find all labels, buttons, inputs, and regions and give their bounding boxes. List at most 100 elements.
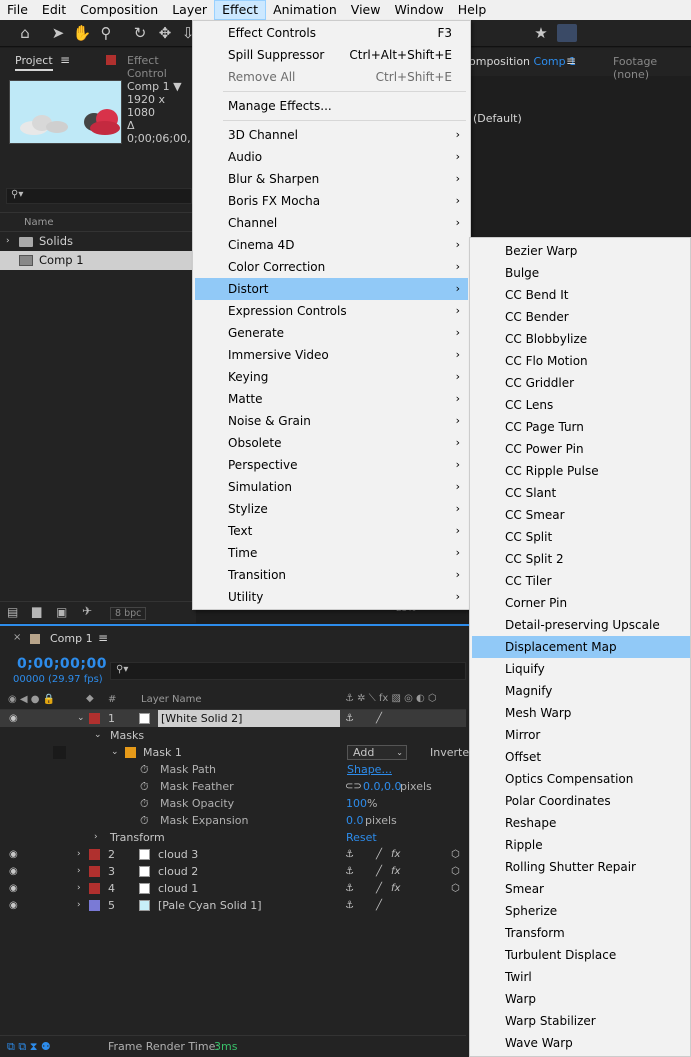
quality-icon[interactable]: ╱ xyxy=(376,710,382,727)
project-search-input[interactable]: ⚲▾ xyxy=(6,188,192,204)
menu-item-audio[interactable]: Audio › xyxy=(195,146,468,168)
menu-item-blur-sharpen[interactable]: Blur & Sharpen › xyxy=(195,168,468,190)
tab-comp1[interactable]: Comp 1 xyxy=(50,632,93,645)
layer-row-1[interactable]: ◉ ⌄ 1 [White Solid 2] ⚓ ╱ xyxy=(0,710,466,727)
menu-composition[interactable]: Composition xyxy=(73,0,165,20)
menu-item-remove-all[interactable]: Remove All Ctrl+Shift+E xyxy=(195,66,468,88)
menu-layer[interactable]: Layer xyxy=(165,0,214,20)
chevron-right-icon[interactable]: › xyxy=(77,863,81,880)
stopwatch-icon[interactable]: ⏱ xyxy=(140,812,149,829)
rotate-tool-icon[interactable]: ↻ xyxy=(130,24,150,42)
flowchart-icon[interactable]: ✈ xyxy=(82,604,92,618)
eye-icon[interactable]: ◉ xyxy=(9,846,18,863)
timeline-search-input[interactable]: ⚲▾ xyxy=(110,662,466,680)
hamburger-icon[interactable]: ≡ xyxy=(98,631,108,645)
menu-effect[interactable]: Effect xyxy=(214,0,267,20)
submenu-item[interactable]: Corner Pin xyxy=(472,592,690,614)
menu-file[interactable]: File xyxy=(0,0,35,20)
menu-item-obsolete[interactable]: Obsolete › xyxy=(195,432,468,454)
layer-row-3[interactable]: ◉ › 3 cloud 2 ⚓ ╱ fx ⬡ xyxy=(0,863,466,880)
quality-icon[interactable]: ╱ xyxy=(376,897,382,914)
layer-row-5[interactable]: ◉ › 5 [Pale Cyan Solid 1] ⚓ ╱ xyxy=(0,897,466,914)
fx-icon[interactable]: fx xyxy=(391,880,400,897)
menu-item-time[interactable]: Time › xyxy=(195,542,468,564)
layer-label-swatch[interactable] xyxy=(89,900,100,911)
submenu-item[interactable]: CC Bend It xyxy=(472,284,690,306)
layer-name[interactable]: cloud 2 xyxy=(158,863,198,880)
submenu-item[interactable]: CC Page Turn xyxy=(472,416,690,438)
submenu-item[interactable]: CC Split xyxy=(472,526,690,548)
submenu-item[interactable]: Spherize xyxy=(472,900,690,922)
chevron-down-icon[interactable]: ⌄ xyxy=(94,727,102,744)
submenu-item[interactable]: Reshape xyxy=(472,812,690,834)
interpret-footage-icon[interactable]: ▤ xyxy=(7,605,18,619)
star-icon[interactable]: ★ xyxy=(531,24,551,42)
mask-expansion-value[interactable]: 0.0 xyxy=(346,812,364,829)
submenu-item[interactable]: CC Power Pin xyxy=(472,438,690,460)
quality-icon[interactable]: ╱ xyxy=(376,880,382,897)
fx-icon[interactable]: fx xyxy=(391,863,400,880)
submenu-item[interactable]: Ripple xyxy=(472,834,690,856)
shy-icon[interactable]: ⚓ xyxy=(345,880,354,897)
transform-group[interactable]: › Transform Reset xyxy=(0,829,466,846)
quality-icon[interactable]: ╱ xyxy=(376,863,382,880)
submenu-item[interactable]: CC Tiler xyxy=(472,570,690,592)
submenu-item[interactable]: CC Slant xyxy=(472,482,690,504)
project-item-solids[interactable]: › Solids xyxy=(0,232,196,251)
submenu-item[interactable]: Optics Compensation xyxy=(472,768,690,790)
menu-item-generate[interactable]: Generate › xyxy=(195,322,468,344)
mask-opacity-value[interactable]: 100 xyxy=(346,795,367,812)
project-item-comp1[interactable]: Comp 1 xyxy=(0,251,196,270)
stopwatch-icon[interactable]: ⏱ xyxy=(140,778,149,795)
shy-icon[interactable]: ⚓ xyxy=(345,710,354,727)
menu-item-utility[interactable]: Utility › xyxy=(195,586,468,608)
quality-icon[interactable]: ╱ xyxy=(376,846,382,863)
menu-item-simulation[interactable]: Simulation › xyxy=(195,476,468,498)
chevron-down-icon[interactable]: ⌄ xyxy=(77,710,85,727)
3d-layer-icon[interactable]: ⬡ xyxy=(451,846,460,863)
submenu-item[interactable]: Smear xyxy=(472,878,690,900)
eye-icon[interactable]: ◉ xyxy=(9,880,18,897)
mask-name[interactable]: Mask 1 xyxy=(143,744,182,761)
submenu-item[interactable]: Mesh Warp xyxy=(472,702,690,724)
layer-name[interactable]: cloud 3 xyxy=(158,846,198,863)
stopwatch-icon[interactable]: ⏱ xyxy=(140,761,149,778)
submenu-item[interactable]: CC Griddler xyxy=(472,372,690,394)
new-comp-icon[interactable]: ▣ xyxy=(56,605,67,619)
shy-icon[interactable]: ⚓ xyxy=(345,846,354,863)
menu-item-noise-grain[interactable]: Noise & Grain › xyxy=(195,410,468,432)
zoom-tool-icon[interactable]: ⚲ xyxy=(96,24,116,42)
menu-item-immersive-video[interactable]: Immersive Video › xyxy=(195,344,468,366)
close-icon[interactable]: × xyxy=(13,632,21,643)
submenu-item[interactable]: Liquify xyxy=(472,658,690,680)
submenu-item[interactable]: CC Lens xyxy=(472,394,690,416)
submenu-item[interactable]: Rolling Shutter Repair xyxy=(472,856,690,878)
column-layer-name[interactable]: Layer Name xyxy=(141,694,202,705)
chevron-right-icon[interactable]: › xyxy=(77,897,81,914)
current-time[interactable]: 0;00;00;00 xyxy=(17,656,107,672)
menu-item-perspective[interactable]: Perspective › xyxy=(195,454,468,476)
hand-tool-icon[interactable]: ✋ xyxy=(72,24,92,42)
tab-footage[interactable]: Footage (none) xyxy=(613,55,691,81)
menu-item-keying[interactable]: Keying › xyxy=(195,366,468,388)
new-folder-icon[interactable]: ▆ xyxy=(32,604,41,618)
fx-icon[interactable]: fx xyxy=(391,846,400,863)
eye-icon[interactable]: ◉ xyxy=(9,897,18,914)
menu-view[interactable]: View xyxy=(344,0,388,20)
bit-depth-button[interactable]: 8 bpc xyxy=(110,607,147,620)
selection-tool-icon[interactable]: ➤ xyxy=(48,24,68,42)
home-icon[interactable]: ⌂ xyxy=(15,24,35,42)
menu-item-color-correction[interactable]: Color Correction › xyxy=(195,256,468,278)
chevron-right-icon[interactable]: › xyxy=(6,232,10,251)
submenu-item[interactable]: Wave Warp xyxy=(472,1032,690,1054)
snapping-icon[interactable] xyxy=(557,24,577,42)
menu-item-cinema-4d[interactable]: Cinema 4D › xyxy=(195,234,468,256)
3d-layer-icon[interactable]: ⬡ xyxy=(451,863,460,880)
eye-icon[interactable]: ◉ xyxy=(9,710,18,727)
submenu-item[interactable]: Mirror xyxy=(472,724,690,746)
menu-item-manage-effects[interactable]: Manage Effects... xyxy=(195,95,468,117)
submenu-item[interactable]: Warp xyxy=(472,988,690,1010)
mask-1-row[interactable]: ⌄ Mask 1 Add ⌄ Inverted xyxy=(0,744,476,761)
submenu-item[interactable]: Bulge xyxy=(472,262,690,284)
menu-edit[interactable]: Edit xyxy=(35,0,73,20)
